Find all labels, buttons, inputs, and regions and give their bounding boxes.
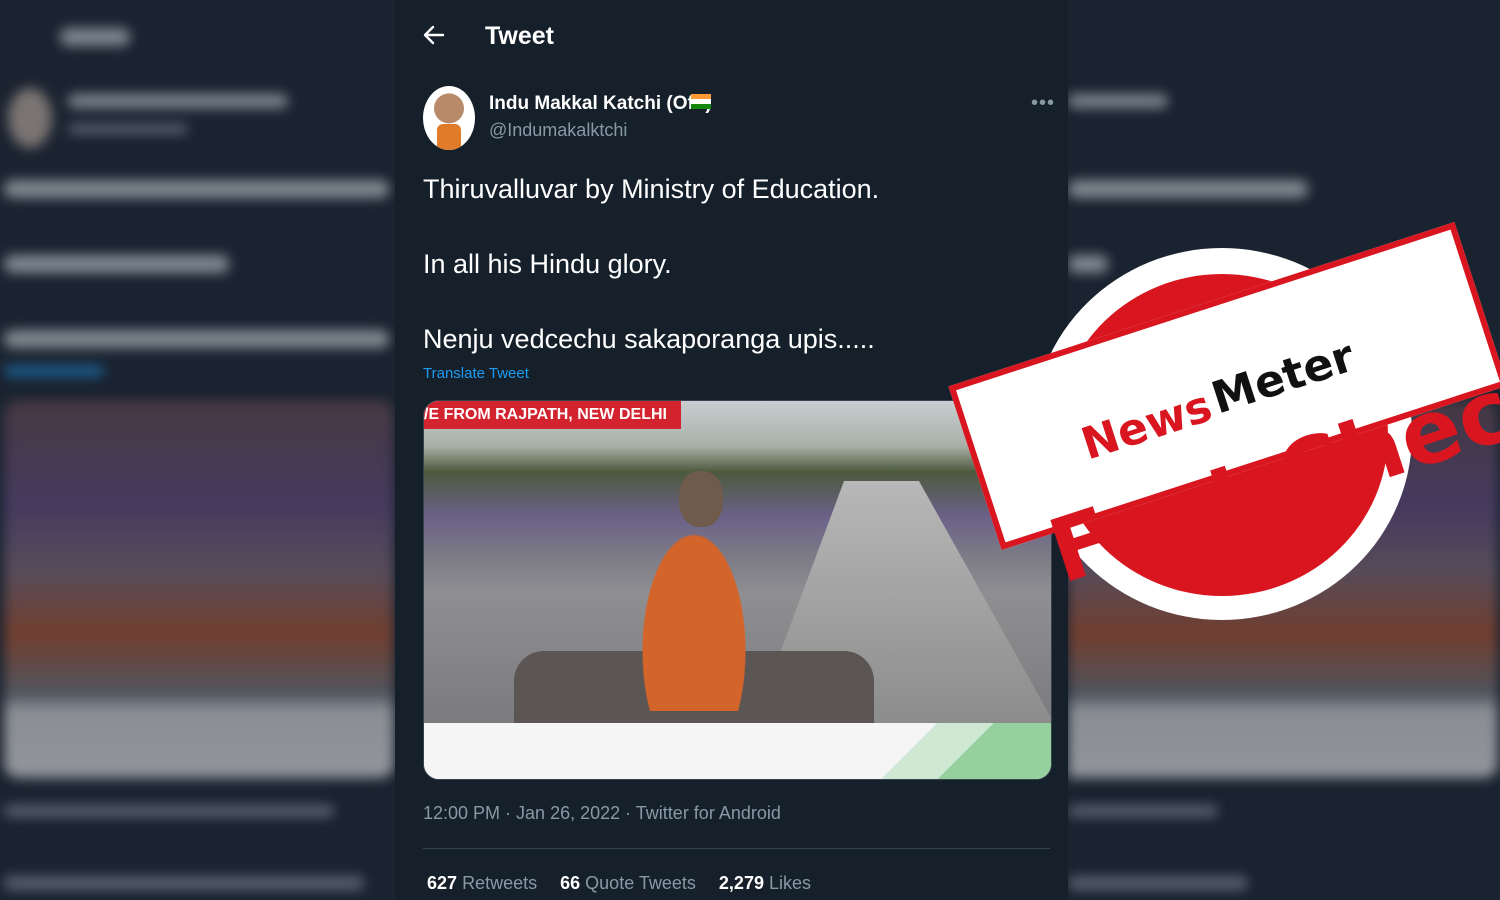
tweet-text-line: Thiruvalluvar by Ministry of Education. bbox=[423, 174, 880, 204]
author-name[interactable]: Indu Makkal Katchi (Offl) bbox=[489, 93, 712, 115]
avatar-figure bbox=[437, 124, 461, 150]
tweet-text-line: Nenju vedcechu sakaporanga upis..... bbox=[423, 324, 875, 354]
tweet-stats: 627 Retweets 66 Quote Tweets 2,279 Likes bbox=[427, 873, 829, 894]
tweet-timestamp[interactable]: 12:00 PM · Jan 26, 2022 · Twitter for An… bbox=[423, 803, 781, 824]
top-bar: Tweet bbox=[403, 0, 1068, 72]
tweet-text-line: In all his Hindu glory. bbox=[423, 249, 672, 279]
author-handle[interactable]: @Indumakalktchi bbox=[489, 120, 627, 141]
tweet-media-image[interactable]: /E FROM RAJPATH, NEW DELHI bbox=[423, 400, 1052, 780]
broadcast-banner: /E FROM RAJPATH, NEW DELHI bbox=[424, 401, 681, 429]
translate-tweet-link[interactable]: Translate Tweet bbox=[423, 365, 529, 382]
divider bbox=[423, 848, 1050, 849]
page-title: Tweet bbox=[485, 22, 554, 50]
blurred-left-panel bbox=[0, 0, 395, 900]
retweets-stat[interactable]: 627 Retweets bbox=[427, 873, 537, 893]
back-arrow-icon[interactable] bbox=[421, 22, 447, 48]
india-flag-icon bbox=[691, 94, 711, 109]
likes-stat[interactable]: 2,279 Likes bbox=[719, 873, 811, 893]
statue-head bbox=[679, 471, 723, 527]
avatar[interactable] bbox=[423, 86, 475, 150]
decorative-graphic bbox=[824, 723, 1051, 779]
parade-scene-image bbox=[424, 401, 1051, 723]
more-options-icon[interactable]: ••• bbox=[1031, 92, 1055, 115]
quote-tweets-stat[interactable]: 66 Quote Tweets bbox=[560, 873, 696, 893]
